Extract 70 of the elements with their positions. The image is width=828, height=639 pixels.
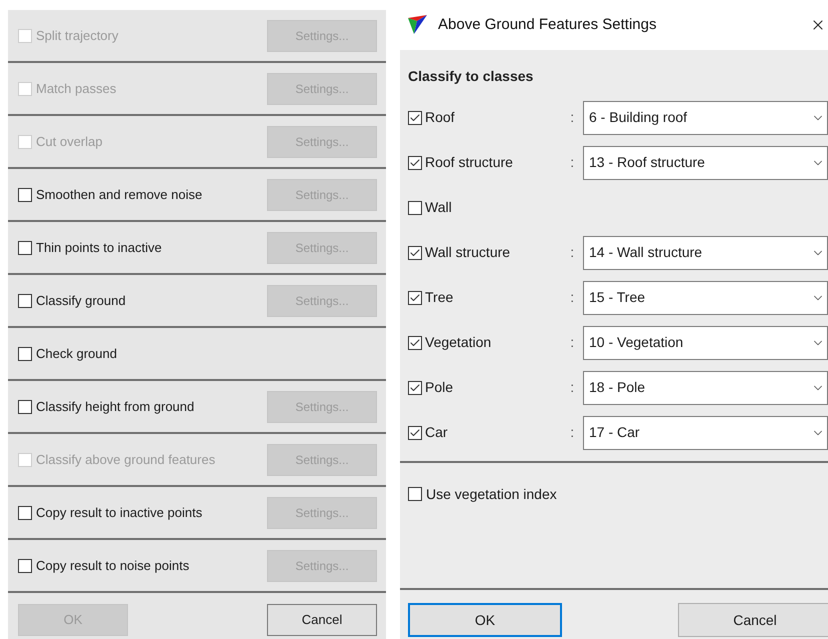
class-dropdown[interactable]: 15 - Tree bbox=[583, 280, 828, 314]
checkbox[interactable] bbox=[408, 380, 422, 394]
checkbox[interactable] bbox=[18, 558, 32, 572]
step-label: Check ground bbox=[36, 344, 118, 363]
checkbox[interactable] bbox=[18, 294, 32, 308]
option-label: Use vegetation index bbox=[426, 484, 557, 504]
checkbox[interactable] bbox=[408, 156, 422, 170]
dropdown-value: 18 - Pole bbox=[589, 378, 646, 397]
checkbox[interactable] bbox=[18, 506, 32, 520]
checkbox[interactable] bbox=[18, 400, 32, 414]
app-logo-icon bbox=[408, 15, 428, 35]
checkbox[interactable] bbox=[18, 240, 32, 254]
colon-separator: : bbox=[570, 288, 576, 307]
class-dropdown[interactable]: 14 - Wall structure bbox=[583, 236, 828, 270]
class-label: Roof structure bbox=[425, 153, 513, 172]
checkbox[interactable] bbox=[18, 188, 32, 202]
colon-separator: : bbox=[570, 243, 576, 262]
step-label: Cut overlap bbox=[36, 132, 104, 151]
checkbox[interactable] bbox=[408, 110, 422, 124]
step-label: Smoothen and remove noise bbox=[36, 186, 204, 204]
check-icon bbox=[409, 156, 421, 168]
colon-separator: : bbox=[570, 333, 576, 352]
check-icon bbox=[409, 382, 421, 394]
class-label: Car bbox=[425, 423, 448, 442]
step-label: Classify above ground features bbox=[36, 450, 216, 469]
class-label: Wall structure bbox=[425, 243, 510, 262]
colon-separator: : bbox=[570, 153, 576, 172]
step-label: Split trajectory bbox=[36, 26, 120, 45]
checkbox[interactable] bbox=[408, 487, 422, 501]
class-label: Roof bbox=[425, 108, 455, 127]
ok-button[interactable]: OK bbox=[408, 603, 562, 637]
class-label: Vegetation bbox=[425, 333, 492, 352]
checkbox[interactable] bbox=[408, 290, 422, 304]
dropdown-value: 13 - Roof structure bbox=[589, 153, 706, 172]
check-icon bbox=[409, 292, 421, 304]
check-icon bbox=[409, 246, 421, 258]
step-label: Thin points to inactive bbox=[36, 238, 163, 257]
dropdown-value: 14 - Wall structure bbox=[589, 243, 704, 262]
window-title: Above Ground Features Settings bbox=[438, 14, 658, 35]
check-icon bbox=[409, 426, 421, 438]
checkbox[interactable] bbox=[408, 336, 422, 350]
colon-separator: : bbox=[570, 423, 576, 442]
checkbox[interactable] bbox=[18, 346, 32, 360]
step-label: Match passes bbox=[36, 80, 118, 98]
step-label: Copy result to noise points bbox=[36, 556, 190, 575]
cancel-button[interactable]: Cancel bbox=[678, 603, 828, 637]
step-label: Copy result to inactive points bbox=[36, 504, 204, 522]
colon-separator: : bbox=[570, 378, 576, 397]
class-label: Tree bbox=[425, 288, 454, 307]
class-dropdown[interactable]: 13 - Roof structure bbox=[583, 146, 828, 180]
checkbox[interactable] bbox=[408, 200, 422, 214]
cancel-button[interactable]: Cancel bbox=[267, 604, 377, 636]
dropdown-value: 15 - Tree bbox=[589, 288, 646, 307]
dropdown-value: 10 - Vegetation bbox=[589, 333, 684, 352]
checkbox[interactable] bbox=[408, 426, 422, 440]
dropdown-value: 6 - Building roof bbox=[589, 108, 688, 127]
class-label: Pole bbox=[425, 378, 454, 397]
step-label: Classify height from ground bbox=[36, 398, 196, 416]
class-dropdown[interactable]: 6 - Building roof bbox=[583, 100, 828, 134]
colon-separator: : bbox=[570, 108, 576, 127]
step-label: Classify ground bbox=[36, 292, 127, 310]
check-icon bbox=[409, 336, 421, 348]
check-icon bbox=[409, 112, 421, 124]
class-dropdown[interactable]: 10 - Vegetation bbox=[583, 326, 828, 360]
section-heading: Classify to classes bbox=[408, 67, 534, 86]
class-label: Wall bbox=[425, 198, 452, 217]
class-dropdown[interactable]: 17 - Car bbox=[583, 416, 828, 450]
checkbox[interactable] bbox=[408, 246, 422, 260]
class-dropdown[interactable]: 18 - Pole bbox=[583, 370, 828, 404]
dropdown-value: 17 - Car bbox=[589, 423, 641, 442]
